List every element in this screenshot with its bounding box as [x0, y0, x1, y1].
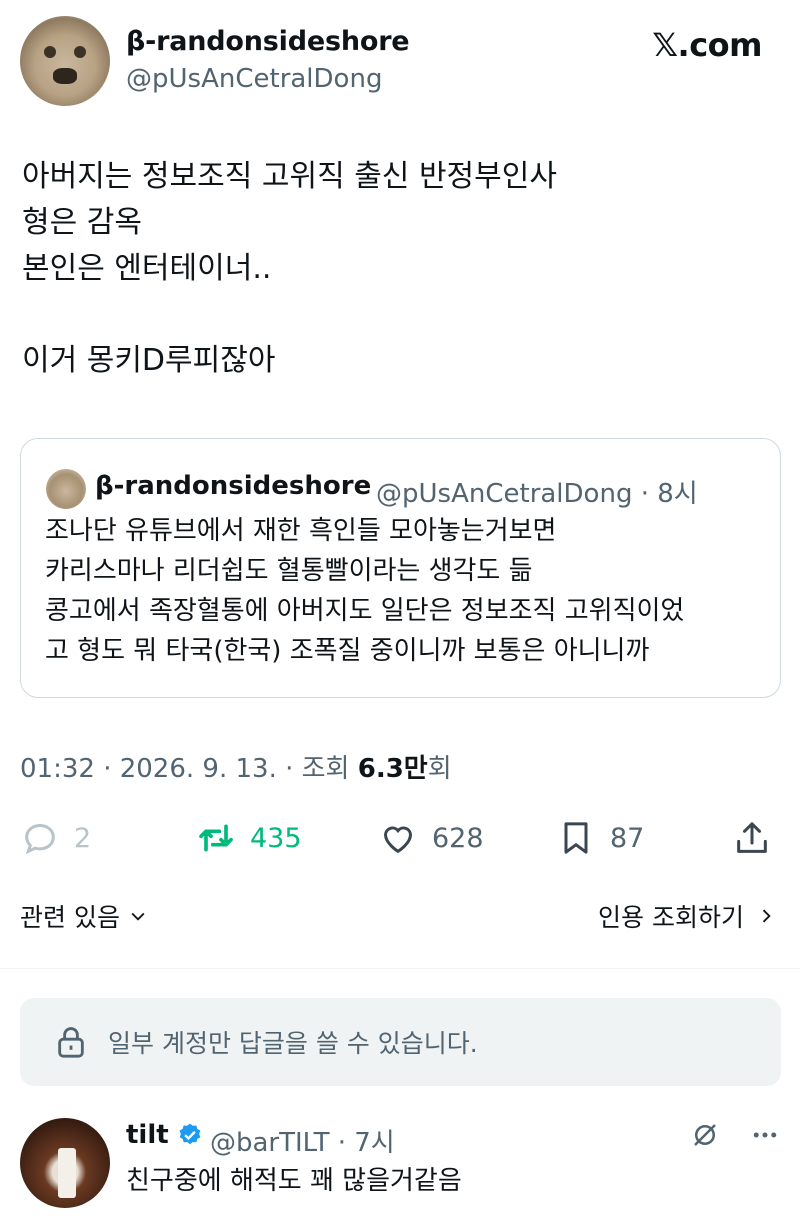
- quoted-author-name: β-randonsideshore: [95, 471, 372, 501]
- like-count: 628: [432, 822, 484, 854]
- avatar-eye-left: [44, 46, 56, 58]
- author-avatar[interactable]: [20, 16, 110, 106]
- reply-author-avatar[interactable]: [20, 1118, 110, 1208]
- verified-badge-icon: [179, 1123, 200, 1145]
- bookmark-button[interactable]: 87: [556, 808, 644, 868]
- tweet-header: β-randonsideshore @pUsAnCetralDong 𝕏.com: [0, 0, 800, 130]
- reply-author-meta: @barTILT · 7시: [210, 1128, 395, 1158]
- retweet-icon: [199, 824, 233, 852]
- reply-icon: [25, 823, 55, 855]
- author-handle[interactable]: @pUsAnCetralDong: [126, 64, 382, 94]
- reply-restriction-text: 일부 계정만 답글을 쓸 수 있습니다.: [108, 1029, 478, 1058]
- tweet-text: 아버지는 정보조직 고위직 출신 반정부인사 형은 감옥 본인은 엔터테이너..…: [22, 159, 557, 378]
- share-button[interactable]: [732, 808, 772, 868]
- reply-controls: [690, 1120, 780, 1150]
- reply-text: 친구중에 해적도 꽤 많을거같음: [126, 1166, 462, 1196]
- quote-views-label: 인용 조회하기: [598, 903, 744, 932]
- section-divider: [0, 968, 800, 969]
- bookmark-icon: [564, 822, 588, 854]
- reply-author-name-row[interactable]: tilt: [126, 1120, 203, 1150]
- reply-count: 2: [74, 822, 92, 854]
- reply-restriction-notice: 일부 계정만 답글을 쓸 수 있습니다.: [20, 998, 781, 1086]
- related-label: 관련 있음: [20, 903, 120, 932]
- like-button[interactable]: 628: [378, 808, 484, 868]
- reply-tweet[interactable]: tilt @barTILT · 7시 친구중에 해적도 꽤 많을거같음: [0, 1110, 800, 1218]
- quoted-author-meta: @pUsAnCetralDong · 8시: [376, 479, 698, 509]
- quoted-tweet-card[interactable]: β-randonsideshore @pUsAnCetralDong · 8시 …: [20, 438, 781, 698]
- reply-author-name: tilt: [126, 1120, 169, 1150]
- chevron-right-icon: [762, 909, 771, 923]
- author-display-name[interactable]: β-randonsideshore: [126, 26, 410, 57]
- timestamp-prefix: 01:32 · 2026. 9. 13. · 조회: [20, 754, 358, 784]
- share-icon: [737, 822, 767, 853]
- x-logo: 𝕏.com: [652, 26, 762, 64]
- quote-views-link[interactable]: 인용 조회하기: [598, 898, 776, 934]
- chevron-down-icon: [131, 912, 145, 921]
- tweet-timestamp: 01:32 · 2026. 9. 13. · 조회 6.3만회: [20, 748, 452, 785]
- avatar-nose: [53, 68, 77, 84]
- avatar-eye-right: [74, 46, 86, 58]
- grok-icon[interactable]: [690, 1120, 720, 1150]
- timestamp-suffix: 회: [427, 754, 452, 784]
- related-toggle[interactable]: 관련 있음: [20, 898, 148, 934]
- more-options-icon[interactable]: [750, 1120, 780, 1150]
- action-bar: 2 435 628 87: [0, 808, 800, 868]
- retweet-count: 435: [250, 822, 302, 854]
- bookmark-count: 87: [610, 822, 645, 854]
- view-count: 6.3만: [357, 754, 428, 784]
- heart-icon: [383, 826, 413, 854]
- quoted-author-avatar: [46, 469, 86, 509]
- reply-button[interactable]: 2: [20, 808, 91, 868]
- retweet-button[interactable]: 435: [196, 808, 302, 868]
- avatar-cup: [58, 1148, 76, 1198]
- quoted-tweet-text: 조나단 유튜브에서 재한 흑인들 모아놓는거보면 카리스마나 리더쉽도 혈통빨이…: [45, 516, 685, 666]
- lock-icon: [58, 1027, 84, 1058]
